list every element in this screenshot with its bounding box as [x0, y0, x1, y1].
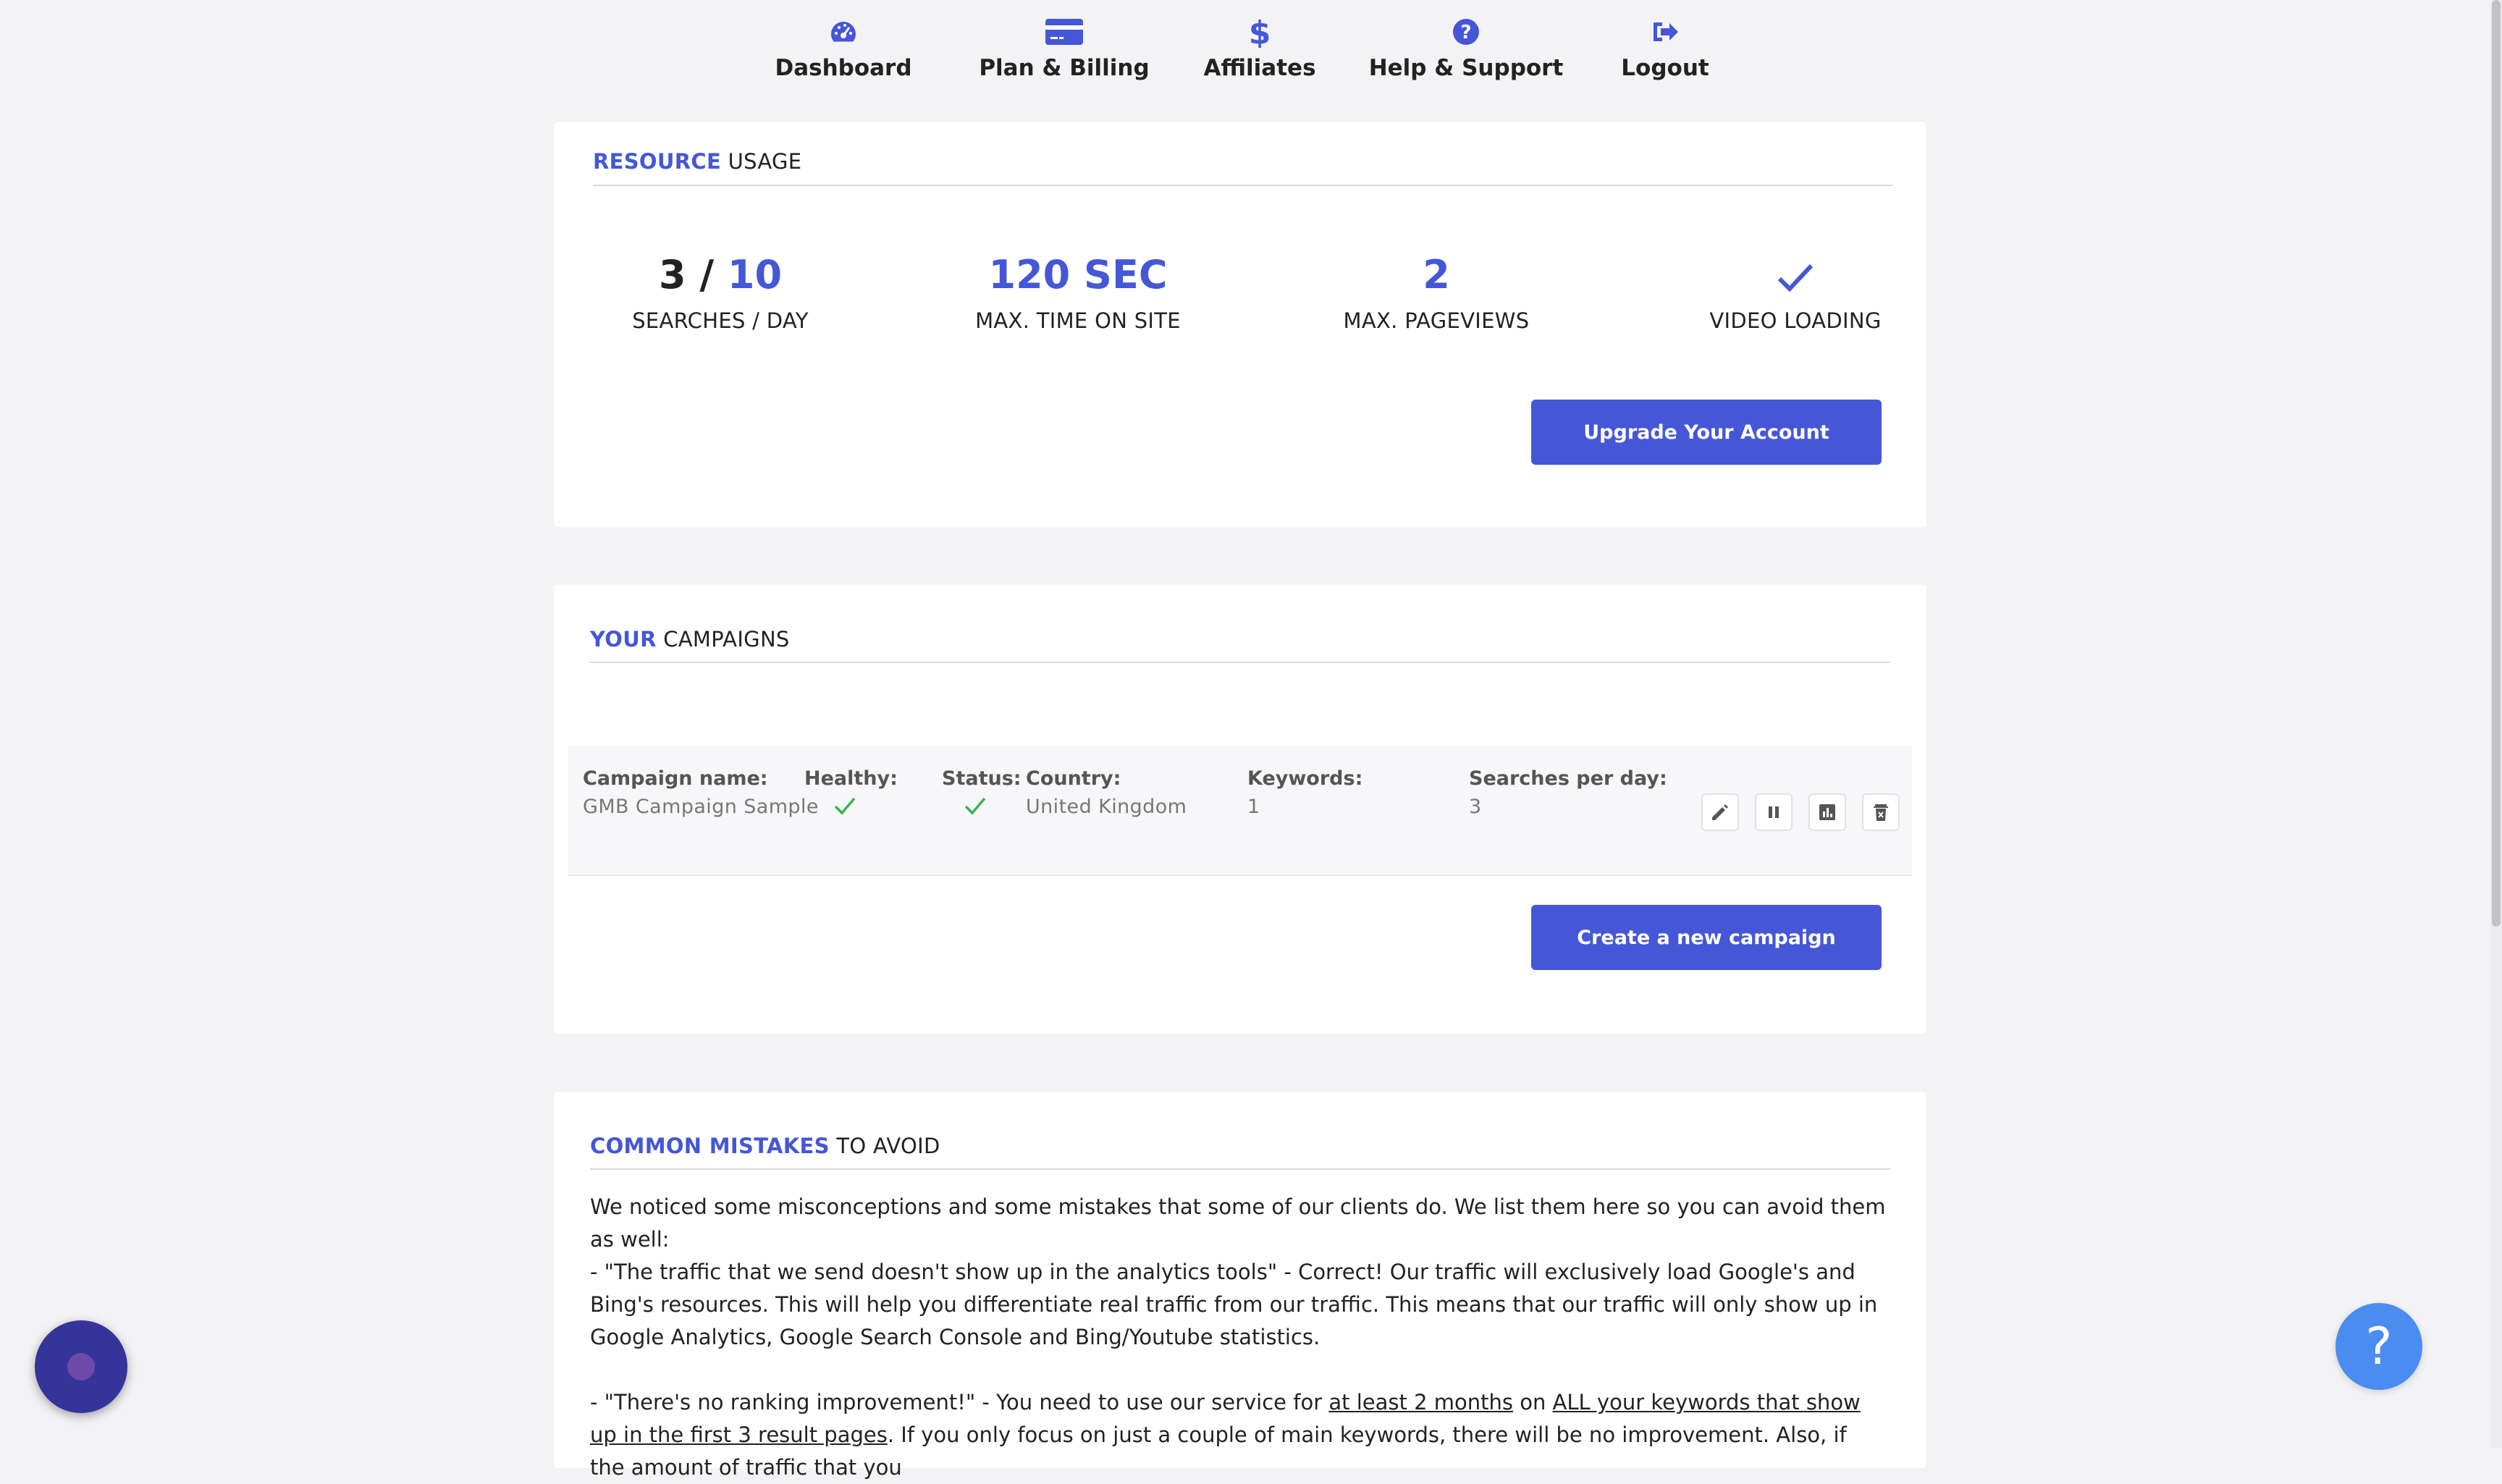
searches-limit: 10 [727, 252, 783, 298]
create-campaign-button[interactable]: Create a new campaign [1531, 905, 1882, 970]
campaign-searches-cell: Searches per day: 3 [1469, 767, 1667, 818]
nav-help-support[interactable]: ? Help & Support [1361, 0, 1571, 109]
title-divider [590, 662, 1890, 663]
pause-icon [1769, 806, 1779, 818]
campaign-status-cell: Status: [942, 767, 1022, 821]
nav-affiliates[interactable]: $ Affiliates [1180, 0, 1339, 109]
upgrade-account-button[interactable]: Upgrade Your Account [1531, 400, 1882, 465]
chat-widget-button[interactable] [35, 1320, 127, 1413]
checkmark-icon [1777, 264, 1814, 292]
stat-max-pageviews: 2 MAX. PAGEVIEWS [1284, 249, 1588, 333]
status-check-icon [964, 797, 986, 815]
nav-logout[interactable]: Logout [1593, 0, 1738, 109]
logout-icon [1651, 16, 1680, 48]
nav-dashboard[interactable]: Dashboard [753, 0, 934, 109]
nav-help-support-label: Help & Support [1368, 55, 1564, 81]
campaigns-title: YOUR CAMPAIGNS [590, 627, 790, 652]
nav-affiliates-label: Affiliates [1203, 55, 1316, 81]
delete-icon [1874, 804, 1888, 821]
delete-campaign-button[interactable] [1862, 793, 1900, 831]
nav-plan-billing[interactable]: Plan & Billing [963, 0, 1166, 109]
stat-caption: MAX. PAGEVIEWS [1343, 308, 1530, 333]
mistake-analytics: - "The traffic that we send doesn't show… [590, 1260, 1878, 1349]
resource-usage-title: RESOURCE USAGE [593, 149, 802, 174]
stat-caption: MAX. TIME ON SITE [975, 308, 1181, 333]
edit-campaign-button[interactable] [1701, 793, 1739, 831]
pause-campaign-button[interactable] [1755, 793, 1793, 831]
nav-dashboard-label: Dashboard [775, 55, 912, 81]
help-button[interactable]: ? [2335, 1303, 2422, 1390]
common-mistakes-card: COMMON MISTAKES TO AVOID We noticed some… [554, 1092, 1926, 1480]
resource-usage-card: RESOURCE USAGE 3 / 10 SEARCHES / DAY 120… [554, 122, 1926, 527]
mistakes-intro: We noticed some misconceptions and some … [590, 1194, 1886, 1252]
svg-text:?: ? [1460, 22, 1471, 43]
nav-plan-billing-label: Plan & Billing [979, 55, 1150, 81]
searches-used: 3 / [658, 252, 715, 298]
credit-card-icon [1045, 16, 1084, 48]
emphasis-duration: at least 2 months [1328, 1390, 1513, 1415]
campaign-searches: 3 [1469, 796, 1482, 818]
campaign-name-cell: Campaign name: GMB Campaign Sample [583, 767, 819, 818]
campaigns-card: YOUR CAMPAIGNS Campaign name: GMB Campai… [554, 585, 1926, 1034]
stat-value: 120 SEC [988, 252, 1168, 298]
scrollbar[interactable] [2490, 0, 2502, 1448]
campaign-healthy-cell: Healthy: [804, 767, 898, 821]
common-mistakes-title: COMMON MISTAKES TO AVOID [590, 1134, 940, 1158]
scrollbar-thumb[interactable] [2492, 0, 2501, 927]
stat-value: 2 [1423, 252, 1450, 298]
stat-max-time-on-site: 120 SEC MAX. TIME ON SITE [926, 249, 1230, 333]
title-divider [590, 1168, 1890, 1170]
campaign-country-cell: Country: United Kingdom [1026, 767, 1187, 818]
campaign-stats-button[interactable] [1808, 793, 1846, 831]
stats-chart-icon [1819, 804, 1835, 820]
top-navigation: Dashboard Plan & Billing $ Affiliates ? … [0, 0, 2490, 109]
stat-caption: SEARCHES / DAY [632, 308, 809, 333]
question-circle-icon: ? [1452, 16, 1480, 48]
campaign-keywords-cell: Keywords: 1 [1247, 767, 1363, 818]
campaign-country: United Kingdom [1026, 796, 1187, 818]
nav-logout-label: Logout [1621, 55, 1709, 81]
title-divider [593, 185, 1893, 186]
stat-searches-per-day: 3 / 10 SEARCHES / DAY [568, 249, 872, 333]
mistake-ranking: - "There's no ranking improvement!" - Yo… [590, 1390, 1861, 1480]
chat-icon [67, 1353, 95, 1380]
campaign-name: GMB Campaign Sample [583, 796, 819, 818]
dollar-icon: $ [1250, 16, 1269, 48]
stat-caption: VIDEO LOADING [1709, 308, 1882, 333]
campaign-keywords: 1 [1247, 796, 1260, 818]
dashboard-gauge-icon [828, 16, 859, 48]
edit-icon [1712, 804, 1728, 820]
healthy-check-icon [834, 797, 856, 815]
stat-video-loading: VIDEO LOADING [1643, 249, 1947, 333]
svg-text:$: $ [1250, 16, 1269, 48]
table-row[interactable]: Campaign name: GMB Campaign Sample Healt… [568, 746, 1912, 876]
